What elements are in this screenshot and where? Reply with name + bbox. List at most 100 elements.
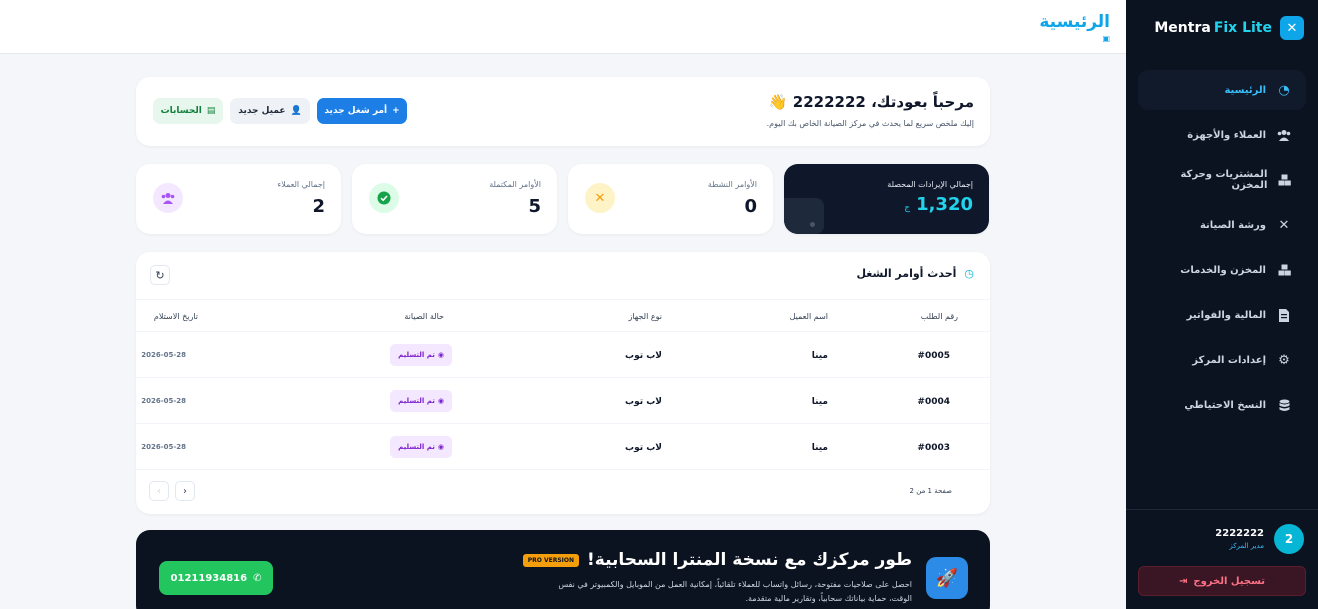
users-icon bbox=[153, 183, 183, 213]
status-label: تم التسليم bbox=[398, 351, 435, 359]
sidebar-item-settings[interactable]: ⚙ إعدادات المركز bbox=[1138, 340, 1306, 380]
user-role: مدير المركز bbox=[1229, 542, 1264, 550]
sidebar-item-inventory[interactable]: المخزن والخدمات bbox=[1138, 250, 1306, 290]
user-profile[interactable]: 2 2222222 مدير المركز bbox=[1138, 524, 1306, 554]
brand: Mentra Fix Lite ✕ bbox=[1126, 0, 1318, 56]
recent-orders-card: ◷ أحدث أوامر الشغل ↻ رقم الطلب اسم العمي… bbox=[136, 252, 990, 514]
database-icon bbox=[1276, 397, 1292, 413]
stat-label: إجمالي العملاء bbox=[277, 180, 325, 189]
sidebar-item-finance[interactable]: المالية والفواتير bbox=[1138, 295, 1306, 335]
column-order-id: رقم الطلب bbox=[920, 312, 958, 321]
sidebar-nav: ◔ الرئيسية العملاء والأجهزة المشتريات وح… bbox=[1126, 70, 1318, 425]
stat-label: الأوامر النشطة bbox=[707, 180, 757, 189]
brand-accent-text: Fix Lite bbox=[1213, 20, 1272, 36]
sidebar-item-backup[interactable]: النسخ الاحتياطي bbox=[1138, 385, 1306, 425]
rocket-icon: 🚀 bbox=[926, 557, 968, 599]
sidebar-footer: 2 2222222 مدير المركز تسجيل الخروج ⇥ bbox=[1126, 509, 1318, 609]
whatsapp-icon: ✆ bbox=[253, 572, 262, 584]
received-date: 2026-05-28 bbox=[141, 443, 186, 451]
logout-icon: ⇥ bbox=[1178, 575, 1188, 587]
sidebar-item-label: المخزن والخدمات bbox=[1180, 264, 1266, 276]
client-name: مينا bbox=[811, 443, 828, 453]
logout-button[interactable]: تسجيل الخروج ⇥ bbox=[1138, 566, 1306, 596]
column-device: نوع الجهاز bbox=[628, 312, 663, 321]
stat-active-orders: الأوامر النشطة 0 ✕ bbox=[568, 164, 773, 234]
new-order-label: أمر شغل جديد bbox=[324, 106, 388, 116]
stat-value: 5 bbox=[528, 196, 541, 217]
status-badge: ◉ تم التسليم bbox=[390, 436, 452, 458]
sidebar-item-home[interactable]: ◔ الرئيسية bbox=[1138, 70, 1306, 110]
stat-completed-orders: الأوامر المكتملة 5 bbox=[352, 164, 557, 234]
gear-icon: ⚙ bbox=[1278, 352, 1290, 368]
new-client-label: عميل جديد bbox=[238, 106, 286, 116]
boxes-icon bbox=[1277, 172, 1292, 188]
sidebar-item-purchases[interactable]: المشتريات وحركة المخزن bbox=[1138, 160, 1306, 200]
wallet-icon bbox=[784, 198, 824, 234]
sidebar-item-label: ورشة الصيانة bbox=[1199, 219, 1266, 231]
device-type: لاب توب bbox=[625, 443, 662, 453]
received-date: 2026-05-28 bbox=[141, 397, 186, 405]
orders-title-text: أحدث أوامر الشغل bbox=[856, 267, 957, 280]
client-name: مينا bbox=[811, 351, 828, 361]
user-plus-icon: 👤 bbox=[290, 106, 302, 116]
promo-title: طور مركزك مع نسخة المنترا السحابية! PRO … bbox=[522, 550, 912, 570]
brand-name-text: Mentra bbox=[1154, 20, 1211, 36]
chevron-left-icon: ‹ bbox=[157, 485, 161, 497]
tools-icon: ✕ bbox=[585, 183, 615, 213]
stat-revenue: إجمالي الإيرادات المحصلة 1,320 ج bbox=[784, 164, 989, 234]
status-badge: ◉ تم التسليم bbox=[390, 344, 452, 366]
page-title: الرئيسية bbox=[1039, 12, 1110, 32]
promo-banner: 🚀 طور مركزك مع نسخة المنترا السحابية! PR… bbox=[136, 530, 990, 609]
new-order-button[interactable]: + أمر شغل جديد bbox=[317, 98, 407, 124]
sidebar-item-clients[interactable]: العملاء والأجهزة bbox=[1138, 115, 1306, 155]
pro-badge: PRO VERSION bbox=[522, 553, 579, 567]
device-type: لاب توب bbox=[625, 351, 662, 361]
sidebar-item-label: المالية والفواتير bbox=[1186, 309, 1266, 321]
welcome-card: مرحباً بعودتك، 2222222 👋 إليك ملخص سريع … bbox=[136, 77, 990, 146]
refresh-icon: ↻ bbox=[155, 268, 165, 282]
pagination-text: صفحة 1 من 2 bbox=[909, 487, 952, 495]
check-circle-icon bbox=[369, 183, 399, 213]
next-page-button[interactable]: › bbox=[175, 481, 195, 501]
stat-value: 2 bbox=[312, 196, 325, 217]
tools-logo-icon: ✕ bbox=[1280, 16, 1304, 40]
wallet-dot bbox=[810, 222, 815, 227]
users-icon bbox=[1276, 127, 1292, 143]
table-row[interactable]: #0003 مينا لاب توب ◉ تم التسليم 2026-05-… bbox=[136, 424, 990, 470]
eye-icon: ◉ bbox=[437, 443, 444, 451]
order-id: #0003 bbox=[917, 443, 950, 453]
column-client: اسم العميل bbox=[789, 312, 828, 321]
table-header: رقم الطلب اسم العميل نوع الجهاز حالة الص… bbox=[136, 299, 990, 332]
prev-page-button[interactable]: ‹ bbox=[149, 481, 169, 501]
order-id: #0004 bbox=[917, 397, 950, 407]
table-row[interactable]: #0004 مينا لاب توب ◉ تم التسليم 2026-05-… bbox=[136, 378, 990, 424]
status-badge: ◉ تم التسليم bbox=[390, 390, 452, 412]
accounts-button[interactable]: ▤ الحسابات bbox=[153, 98, 223, 124]
sidebar-item-label: النسخ الاحتياطي bbox=[1184, 399, 1266, 411]
user-name: 2222222 bbox=[1215, 528, 1264, 539]
device-type: لاب توب bbox=[625, 397, 662, 407]
sidebar: Mentra Fix Lite ✕ ◔ الرئيسية العملاء والأ… bbox=[1126, 0, 1318, 609]
table-row[interactable]: #0005 مينا لاب توب ◉ تم التسليم 2026-05-… bbox=[136, 332, 990, 378]
pie-chart-icon: ◔ bbox=[1278, 82, 1290, 98]
avatar: 2 bbox=[1274, 524, 1304, 554]
sidebar-item-label: المشتريات وحركة المخزن bbox=[1180, 169, 1268, 191]
whatsapp-contact-button[interactable]: 01211934816 ✆ bbox=[159, 561, 273, 595]
stat-label: الأوامر المكتملة bbox=[489, 180, 541, 189]
boxes-icon bbox=[1276, 262, 1292, 278]
refresh-button[interactable]: ↻ bbox=[150, 265, 170, 285]
logout-label: تسجيل الخروج bbox=[1193, 575, 1266, 587]
client-name: مينا bbox=[811, 397, 828, 407]
sidebar-item-label: الرئيسية bbox=[1224, 84, 1266, 96]
top-header: الرئيسية ▣ bbox=[0, 0, 1126, 54]
orders-title: ◷ أحدث أوامر الشغل bbox=[856, 267, 974, 280]
order-id: #0005 bbox=[917, 351, 950, 361]
promo-title-text: طور مركزك مع نسخة المنترا السحابية! bbox=[587, 550, 912, 570]
sidebar-item-workshop[interactable]: ✕ ورشة الصيانة bbox=[1138, 205, 1306, 245]
received-date: 2026-05-28 bbox=[141, 351, 186, 359]
status-label: تم التسليم bbox=[398, 443, 435, 451]
new-client-button[interactable]: 👤 عميل جديد bbox=[230, 98, 310, 124]
store-icon: ▣ bbox=[1102, 34, 1110, 43]
welcome-title: مرحباً بعودتك، 2222222 👋 bbox=[768, 93, 974, 111]
column-status: حالة الصيانة bbox=[404, 312, 444, 321]
